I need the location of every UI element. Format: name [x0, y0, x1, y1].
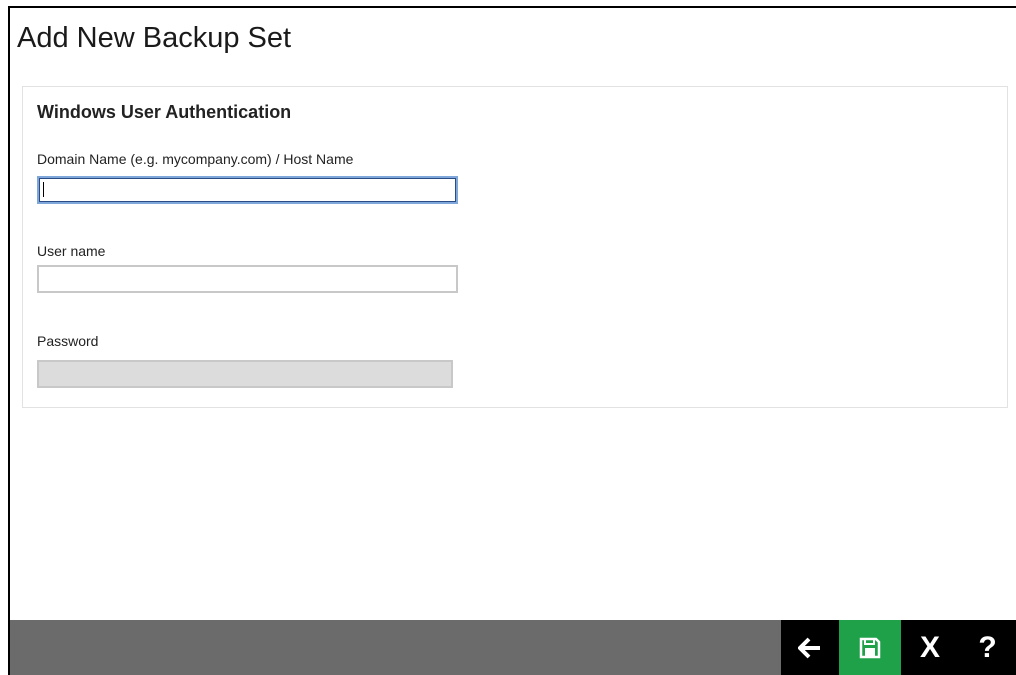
- help-label: ?: [978, 630, 997, 664]
- cancel-button[interactable]: X: [901, 620, 959, 675]
- save-button[interactable]: [839, 620, 901, 675]
- page-title: Add New Backup Set: [17, 22, 292, 54]
- domain-input[interactable]: [37, 176, 458, 204]
- back-button[interactable]: [781, 620, 839, 675]
- username-input[interactable]: [37, 265, 458, 293]
- cancel-label: X: [919, 630, 940, 664]
- password-label: Password: [37, 333, 99, 349]
- username-label: User name: [37, 243, 106, 259]
- help-button[interactable]: ?: [959, 620, 1016, 675]
- password-input[interactable]: [37, 360, 453, 388]
- floppy-disk-icon: [859, 637, 881, 658]
- arrow-left-icon: [798, 637, 820, 658]
- domain-label: Domain Name (e.g. mycompany.com) / Host …: [37, 151, 354, 167]
- text-caret: [43, 182, 44, 197]
- section-title: Windows User Authentication: [37, 102, 292, 122]
